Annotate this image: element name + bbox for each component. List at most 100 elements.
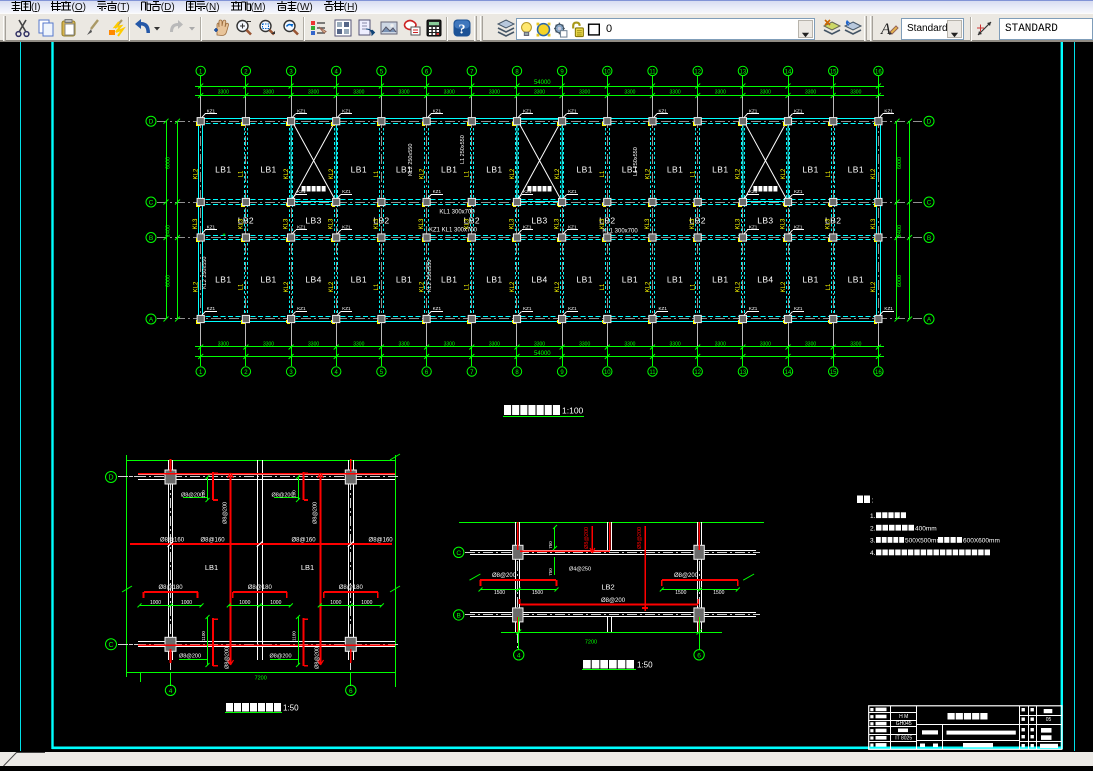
svg-text:10: 10 — [604, 69, 611, 75]
svg-text:L1 250x550: L1 250x550 — [633, 147, 639, 176]
svg-text:1:50: 1:50 — [283, 704, 299, 713]
svg-text:LB4: LB4 — [305, 275, 321, 285]
svg-text:KL3: KL3 — [238, 218, 244, 229]
svg-text:1000: 1000 — [150, 600, 161, 606]
svg-text:LB1: LB1 — [396, 275, 412, 285]
svg-text:A: A — [149, 317, 154, 324]
svg-text:1500: 1500 — [532, 590, 543, 596]
svg-text:KZ1: KZ1 — [342, 225, 351, 230]
svg-text:Ø8@200: Ø8@200 — [271, 492, 293, 498]
svg-text:B: B — [457, 612, 461, 619]
svg-text:3300: 3300 — [715, 342, 726, 348]
svg-text:1: 1 — [199, 370, 203, 376]
svg-text:Ø8@180: Ø8@180 — [158, 585, 183, 591]
svg-text:LB3: LB3 — [305, 216, 321, 226]
svg-text:LB3: LB3 — [757, 216, 773, 226]
svg-text:KL3: KL3 — [735, 218, 741, 229]
svg-text:L1: L1 — [239, 283, 245, 290]
svg-text:KZ1: KZ1 — [884, 108, 893, 113]
svg-text:KL2: KL2 — [194, 281, 200, 292]
svg-text:LB1: LB1 — [260, 165, 276, 175]
svg-text:3300: 3300 — [263, 342, 274, 348]
svg-text:?: ? — [459, 23, 466, 38]
svg-text:KZ1: KZ1 — [568, 225, 577, 230]
svg-text:3300: 3300 — [850, 342, 861, 348]
svg-text:6: 6 — [349, 688, 353, 695]
svg-text:7: 7 — [470, 69, 474, 75]
svg-text:1500: 1500 — [675, 590, 686, 596]
svg-text:LB1: LB1 — [215, 275, 231, 285]
svg-text:Ø8@200: Ø8@200 — [179, 654, 201, 660]
svg-text:3300: 3300 — [805, 342, 816, 348]
svg-text:3300: 3300 — [760, 90, 771, 96]
svg-text:L1: L1 — [826, 283, 832, 290]
svg-text:C: C — [149, 200, 154, 207]
svg-text:1000: 1000 — [330, 600, 341, 606]
svg-text:Ø8@200: Ø8@200 — [601, 598, 626, 604]
svg-text:2400: 2400 — [166, 225, 172, 237]
svg-text:KL2: KL2 — [871, 168, 877, 179]
svg-text:6000: 6000 — [897, 157, 903, 169]
svg-text:3300: 3300 — [308, 342, 319, 348]
svg-text:LB1: LB1 — [351, 165, 367, 175]
svg-text:9: 9 — [560, 370, 564, 376]
svg-text:LB1: LB1 — [441, 275, 457, 285]
svg-text:KL3: KL3 — [510, 218, 516, 229]
svg-text:Ø4@250: Ø4@250 — [569, 567, 591, 573]
svg-text:11: 11 — [649, 69, 656, 75]
svg-text:1:100: 1:100 — [562, 406, 584, 416]
svg-text:3300: 3300 — [489, 342, 500, 348]
svg-text:LB4: LB4 — [531, 275, 547, 285]
svg-text:1: 1 — [199, 69, 203, 75]
svg-text:3300: 3300 — [715, 90, 726, 96]
svg-text:Ø8@200: Ø8@200 — [181, 492, 203, 498]
svg-text:KL2: KL2 — [871, 281, 877, 292]
svg-text:3300: 3300 — [353, 342, 364, 348]
svg-text:Ø8@160: Ø8@160 — [291, 538, 316, 544]
svg-text:3300: 3300 — [218, 342, 229, 348]
svg-text:KL3: KL3 — [690, 218, 696, 229]
svg-text:12: 12 — [694, 69, 701, 75]
svg-text:KL2: KL2 — [510, 281, 516, 292]
svg-text:3: 3 — [289, 69, 293, 75]
svg-text:750: 750 — [548, 541, 553, 549]
svg-text:KL3: KL3 — [329, 218, 335, 229]
svg-text:54000: 54000 — [534, 351, 551, 357]
svg-text:KZ1: KZ1 — [207, 306, 216, 311]
svg-text:L1: L1 — [465, 170, 471, 177]
svg-text:5: 5 — [380, 370, 384, 376]
svg-text:Ø8@200: Ø8@200 — [269, 654, 291, 660]
svg-text:10: 10 — [604, 370, 611, 376]
svg-text:1.: 1. — [870, 513, 876, 520]
svg-text:LB1: LB1 — [848, 275, 864, 285]
svg-text:KL2 250x550: KL2 250x550 — [408, 144, 414, 176]
svg-text:3300: 3300 — [353, 90, 364, 96]
svg-text:3300: 3300 — [805, 90, 816, 96]
svg-text:L1: L1 — [600, 283, 606, 290]
svg-text:1100: 1100 — [292, 631, 297, 641]
svg-text:B: B — [927, 235, 931, 242]
svg-text:A: A — [927, 317, 932, 324]
svg-text:3300: 3300 — [534, 342, 545, 348]
svg-text:KZ1: KZ1 — [884, 306, 893, 311]
svg-text:KZ1: KZ1 — [658, 108, 667, 113]
svg-text:1500: 1500 — [713, 590, 724, 596]
svg-text:KZ1: KZ1 — [523, 189, 532, 194]
svg-text:7200: 7200 — [255, 676, 267, 682]
svg-text:L1: L1 — [600, 170, 606, 177]
svg-text:500X500mm: 500X500mm — [905, 538, 942, 545]
svg-text:KL2 250x550: KL2 250x550 — [202, 257, 208, 289]
svg-text:3300: 3300 — [444, 342, 455, 348]
svg-text:KZ1: KZ1 — [433, 108, 442, 113]
svg-text:LB1: LB1 — [205, 563, 218, 572]
svg-text:3300: 3300 — [579, 342, 590, 348]
svg-text:KL2: KL2 — [736, 281, 742, 292]
svg-text:KZ1: KZ1 — [207, 108, 216, 113]
svg-text:14: 14 — [785, 69, 792, 75]
svg-text:600X600mm: 600X600mm — [963, 538, 1000, 545]
svg-text:7: 7 — [470, 370, 474, 376]
svg-text:13: 13 — [740, 69, 747, 75]
svg-text:15: 15 — [830, 370, 837, 376]
svg-text:3300: 3300 — [534, 90, 545, 96]
svg-text:1100: 1100 — [201, 631, 206, 641]
